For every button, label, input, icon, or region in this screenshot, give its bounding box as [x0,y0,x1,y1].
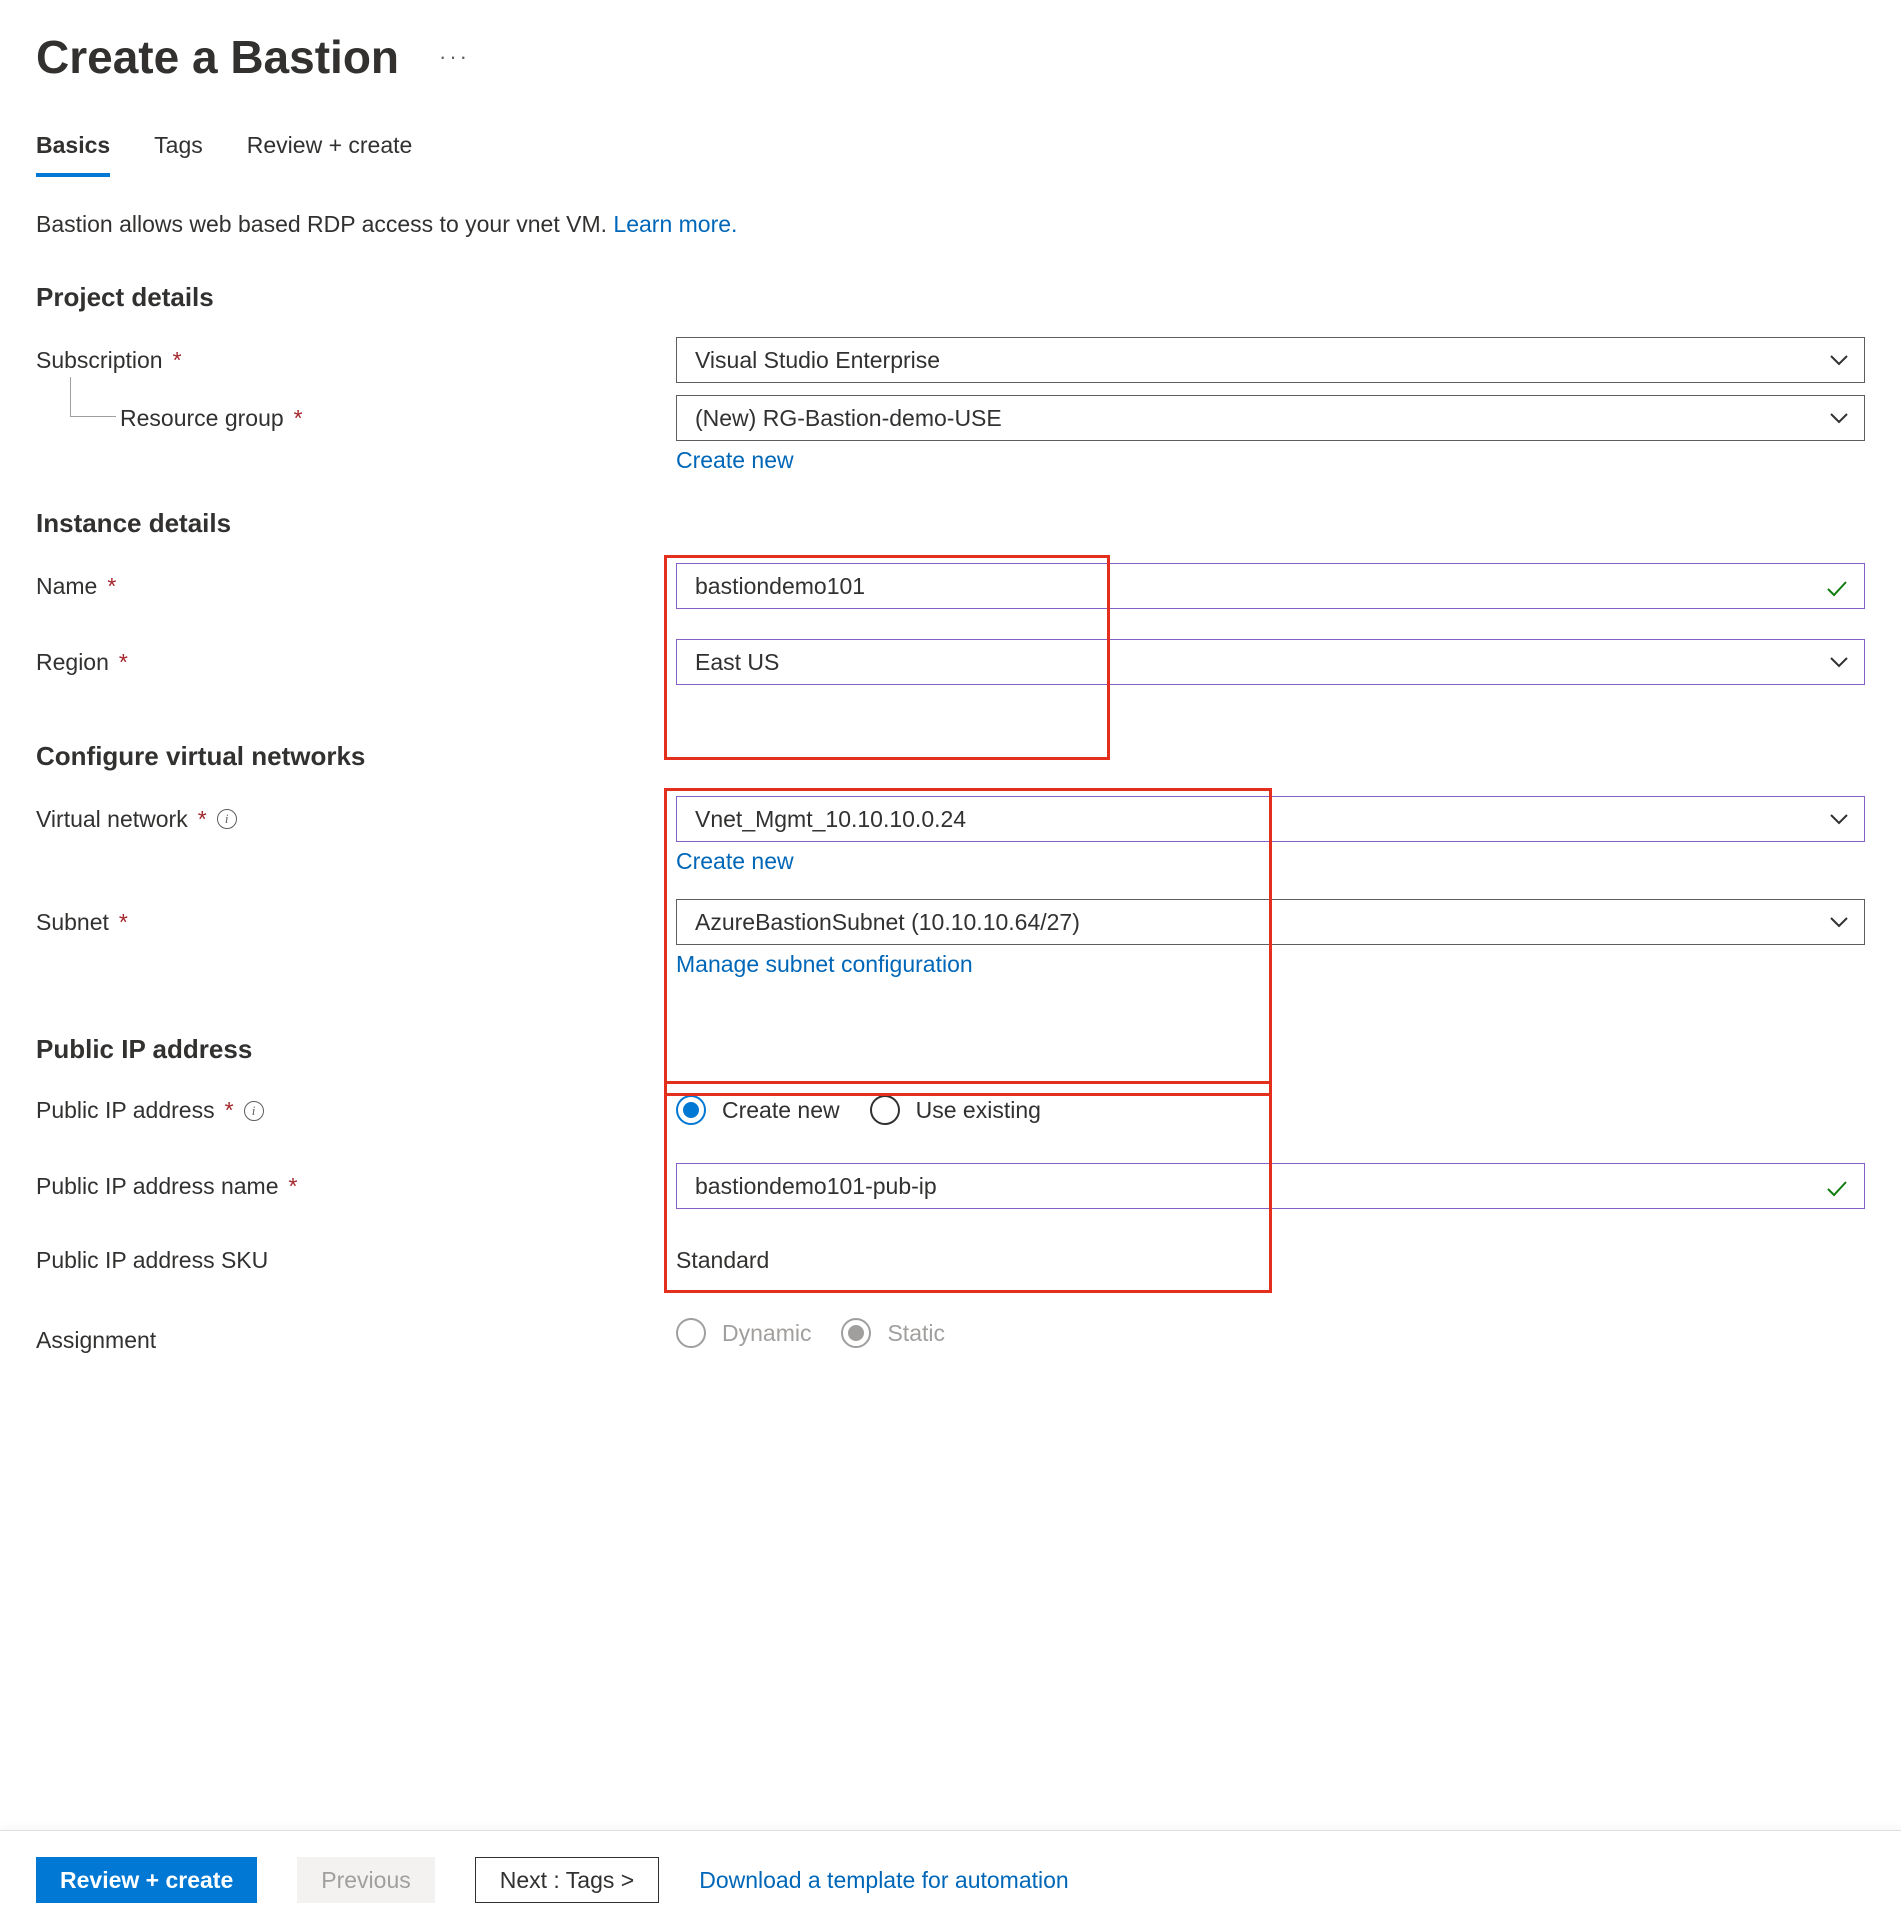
tabs: Basics Tags Review + create [36,132,1865,177]
radio-dynamic-label: Dynamic [722,1320,811,1347]
pip-name-input[interactable]: bastiondemo101-pub-ip [676,1163,1865,1209]
pip-sku-label: Public IP address SKU [36,1247,268,1274]
name-value: bastiondemo101 [695,573,865,600]
region-label: Region [36,649,109,676]
subscription-select[interactable]: Visual Studio Enterprise [676,337,1865,383]
create-new-vnet-link[interactable]: Create new [676,848,794,875]
section-instance-title: Instance details [36,508,1865,539]
radio-icon [676,1318,706,1348]
intro-text: Bastion allows web based RDP access to y… [36,211,1865,238]
previous-button: Previous [297,1857,434,1903]
pip-name-label: Public IP address name [36,1173,279,1200]
radio-existing-label: Use existing [916,1097,1041,1124]
download-template-link[interactable]: Download a template for automation [699,1867,1069,1894]
chevron-down-icon [1830,656,1848,668]
info-icon[interactable]: i [244,1101,264,1121]
assignment-label: Assignment [36,1327,156,1354]
footer: Review + create Previous Next : Tags > D… [0,1830,1901,1929]
required-star: * [119,649,128,676]
check-icon [1826,1177,1848,1195]
pip-sku-value: Standard [676,1239,1865,1274]
required-star: * [173,347,182,374]
next-button[interactable]: Next : Tags > [475,1857,659,1903]
subnet-label: Subnet [36,909,109,936]
section-project-title: Project details [36,282,1865,313]
radio-use-existing[interactable]: Use existing [870,1095,1041,1125]
chevron-down-icon [1830,813,1848,825]
radio-create-new[interactable]: Create new [676,1095,840,1125]
learn-more-link[interactable]: Learn more. [613,211,737,237]
subscription-value: Visual Studio Enterprise [695,347,940,374]
required-star: * [107,573,116,600]
name-input[interactable]: bastiondemo101 [676,563,1865,609]
create-new-rg-link[interactable]: Create new [676,447,794,474]
more-icon[interactable]: ··· [439,44,470,70]
review-create-button[interactable]: Review + create [36,1857,257,1903]
pip-name-value: bastiondemo101-pub-ip [695,1173,937,1200]
check-icon [1826,577,1848,595]
manage-subnet-link[interactable]: Manage subnet configuration [676,951,973,978]
radio-create-label: Create new [722,1097,840,1124]
page-title: Create a Bastion [36,30,399,84]
tree-line [70,377,116,417]
subnet-value: AzureBastionSubnet (10.10.10.64/27) [695,909,1080,936]
radio-static-label: Static [887,1320,945,1347]
resource-group-select[interactable]: (New) RG-Bastion-demo-USE [676,395,1865,441]
tab-tags[interactable]: Tags [154,132,203,177]
intro-text-body: Bastion allows web based RDP access to y… [36,211,613,237]
radio-static: Static [841,1318,945,1348]
tab-basics[interactable]: Basics [36,132,110,177]
tab-review[interactable]: Review + create [247,132,413,177]
chevron-down-icon [1830,916,1848,928]
vnet-value: Vnet_Mgmt_10.10.10.0.24 [695,806,966,833]
radio-icon [841,1318,871,1348]
info-icon[interactable]: i [217,809,237,829]
subnet-select[interactable]: AzureBastionSubnet (10.10.10.64/27) [676,899,1865,945]
required-star: * [294,405,303,432]
chevron-down-icon [1830,412,1848,424]
subscription-label: Subscription [36,347,163,374]
vnet-label: Virtual network [36,806,188,833]
region-select[interactable]: East US [676,639,1865,685]
region-value: East US [695,649,779,676]
chevron-down-icon [1830,354,1848,366]
vnet-select[interactable]: Vnet_Mgmt_10.10.10.0.24 [676,796,1865,842]
radio-dynamic: Dynamic [676,1318,811,1348]
radio-icon [676,1095,706,1125]
pip-label: Public IP address [36,1097,215,1124]
resource-group-label: Resource group [120,405,284,432]
required-star: * [119,909,128,936]
required-star: * [225,1097,234,1124]
required-star: * [289,1173,298,1200]
resource-group-value: (New) RG-Bastion-demo-USE [695,405,1002,432]
required-star: * [198,806,207,833]
section-pip-title: Public IP address [36,1034,1865,1065]
name-label: Name [36,573,97,600]
section-vnet-title: Configure virtual networks [36,741,1865,772]
radio-icon [870,1095,900,1125]
